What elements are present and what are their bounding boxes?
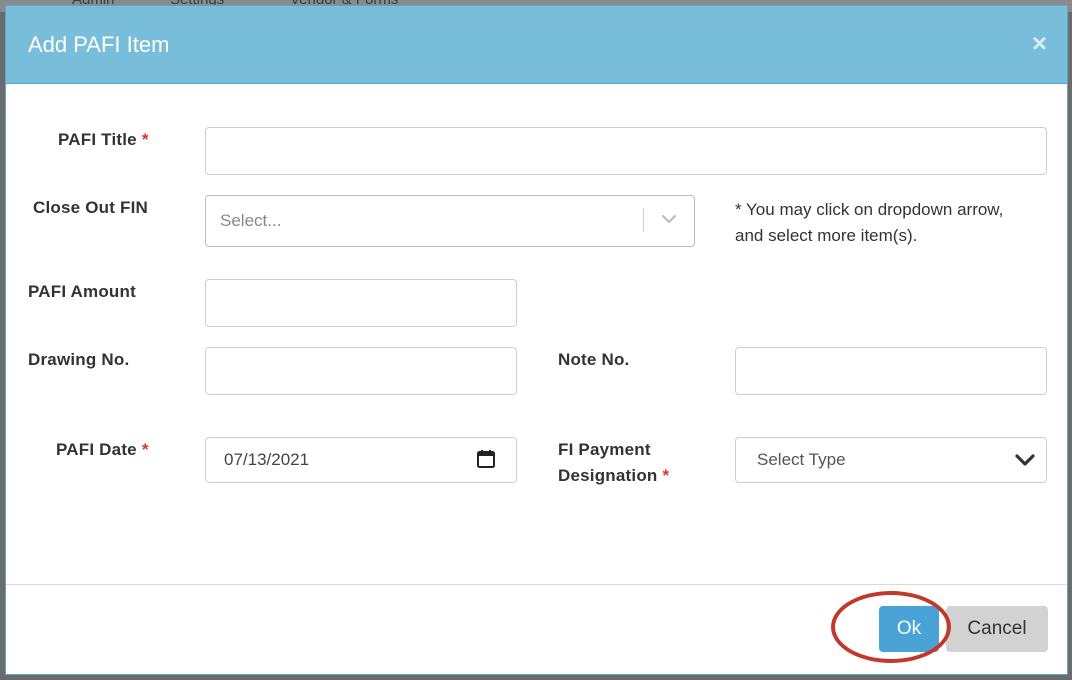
fi-payment-designation-label: FI Payment Designation *	[558, 437, 669, 489]
required-mark: *	[141, 440, 149, 459]
modal-title: Add PAFI Item	[28, 32, 170, 57]
fi-payment-designation-select[interactable]: Select Type	[735, 437, 1047, 483]
close-out-fin-select[interactable]: Select...	[205, 195, 695, 247]
calendar-icon[interactable]	[476, 449, 496, 469]
modal-header: Add PAFI Item ×	[6, 6, 1067, 84]
pafi-amount-input[interactable]	[205, 279, 517, 327]
pafi-date-label-text: PAFI Date	[56, 440, 137, 459]
pafi-date-label: PAFI Date *	[56, 437, 149, 463]
close-icon[interactable]: ×	[1032, 30, 1047, 56]
pafi-title-label: PAFI Title *	[58, 127, 149, 153]
select-separator	[643, 208, 644, 232]
add-pafi-item-modal: Add PAFI Item × PAFI Title * Close Out FI…	[5, 5, 1068, 675]
chevron-down-icon[interactable]	[1014, 451, 1036, 469]
pafi-amount-label: PAFI Amount	[28, 282, 136, 301]
drawing-no-label: Drawing No.	[28, 350, 130, 369]
close-out-fin-hint: * You may click on dropdown arrow, and s…	[735, 200, 1004, 245]
fi-payment-label-line1: FI Payment	[558, 440, 651, 459]
close-out-fin-label: Close Out FIN	[33, 198, 148, 217]
pafi-title-label-text: PAFI Title	[58, 130, 137, 149]
required-mark: *	[662, 466, 670, 485]
fi-payment-label-line2: Designation	[558, 466, 658, 485]
required-mark: *	[141, 130, 149, 149]
close-out-fin-placeholder: Select...	[220, 211, 282, 230]
fi-payment-selected: Select Type	[757, 450, 846, 469]
ok-button[interactable]: Ok	[879, 606, 939, 652]
pafi-title-input[interactable]	[205, 127, 1047, 175]
cancel-button[interactable]: Cancel	[946, 606, 1048, 652]
footer-divider	[6, 584, 1067, 585]
pafi-date-value: 07/13/2021	[224, 450, 310, 469]
chevron-down-icon[interactable]	[660, 210, 678, 228]
note-no-label: Note No.	[558, 350, 630, 369]
note-no-input[interactable]	[735, 347, 1047, 395]
drawing-no-input[interactable]	[205, 347, 517, 395]
pafi-date-input[interactable]: 07/13/2021	[205, 437, 517, 483]
